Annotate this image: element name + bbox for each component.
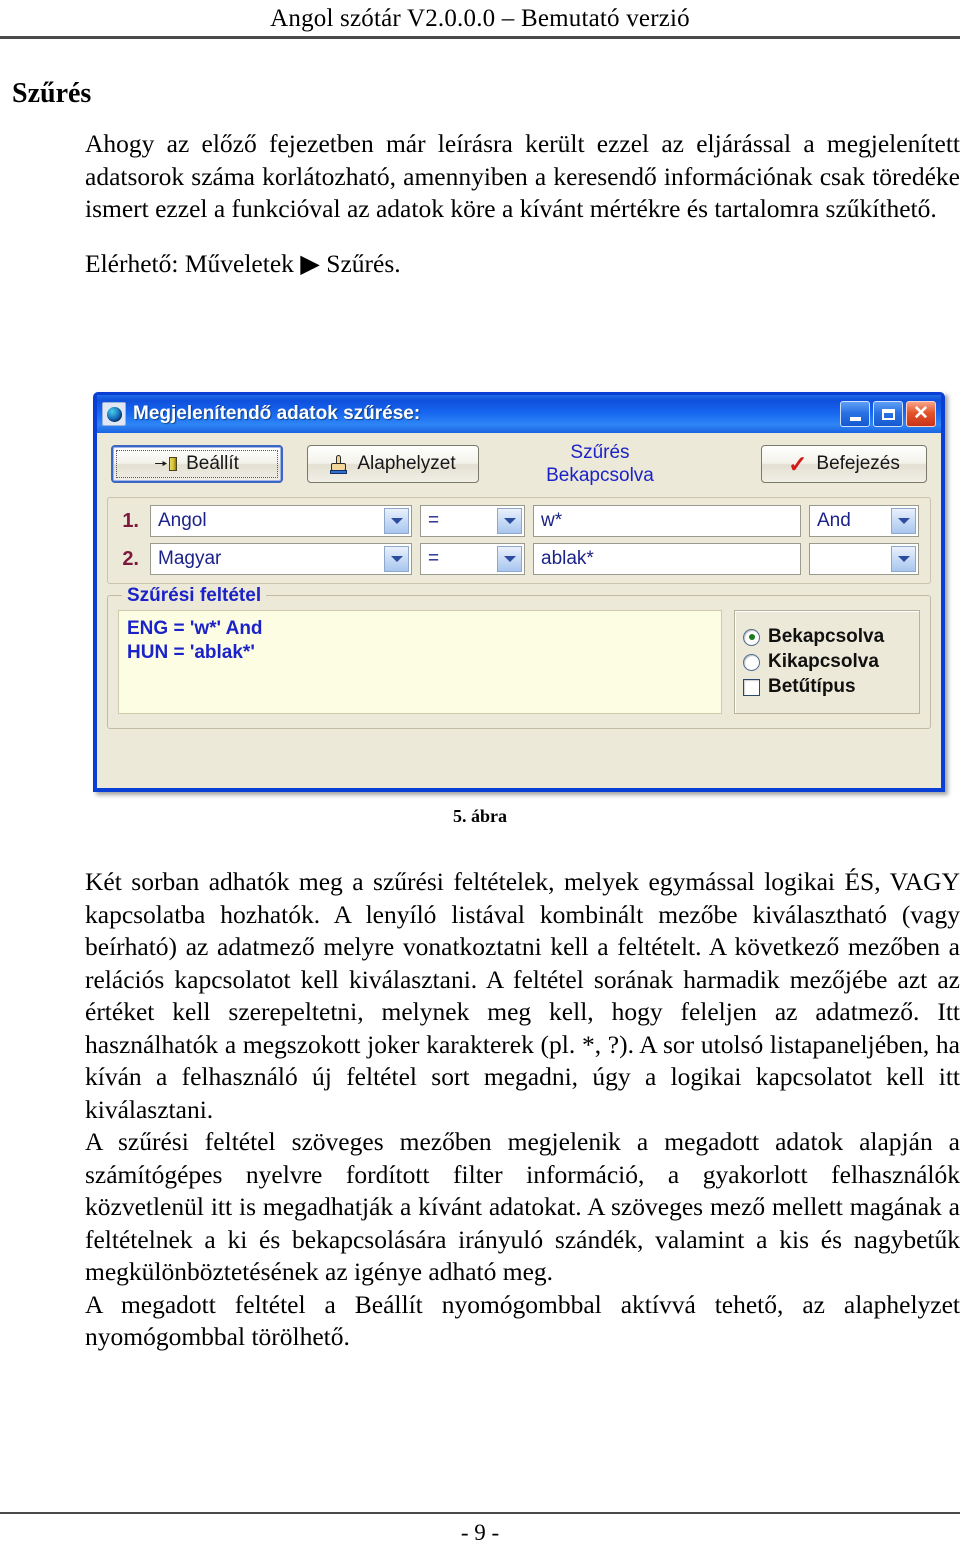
filter-row: 2. Magyar = ablak* [114, 543, 924, 575]
chevron-down-icon[interactable] [497, 508, 522, 534]
filter-rows-panel: 1. Angol = w* And 2. Magyar = ablak* [107, 497, 931, 584]
access-path-line: Elérhető: Műveletek ▶ Szűrés. [85, 248, 960, 281]
value-input-1[interactable]: w* [533, 505, 801, 537]
value-input-1-value: w* [541, 510, 563, 531]
row-number: 2. [122, 547, 139, 570]
hand-pointer-icon [330, 454, 348, 474]
dialog-title-bar: Megjelenítendő adatok szűrése: ✕ [97, 395, 941, 433]
paragraph-intro: Ahogy az előző fejezetben már leírásra k… [85, 129, 960, 223]
checkbox-fontcase[interactable]: Betűtípus [743, 676, 911, 698]
condition-textarea[interactable]: ENG = 'w*' And HUN = 'ablak*' [118, 610, 722, 714]
chevron-down-icon[interactable] [384, 546, 409, 572]
chevron-down-icon[interactable] [497, 546, 522, 572]
chevron-down-icon[interactable] [384, 508, 409, 534]
filter-dialog: Megjelenítendő adatok szűrése: ✕ Beállít [93, 392, 945, 792]
access-path-prefix: Elérhető: Műveletek [85, 248, 294, 278]
page-number: - 9 - [460, 1520, 500, 1545]
value-input-2-value: ablak* [541, 548, 594, 569]
red-check-icon: ✓ [788, 451, 808, 477]
minimize-icon[interactable] [840, 401, 870, 427]
finish-button-label: Befejezés [816, 453, 900, 474]
apply-button[interactable]: Beállít [111, 445, 283, 483]
document-page: Angol szótár V2.0.0.0 – Bemutató verzió … [0, 0, 960, 1565]
close-icon[interactable]: ✕ [906, 401, 936, 427]
paragraph-apply-reset: A megadott feltétel a Beállít nyomógombb… [85, 1289, 960, 1352]
intro-text-block: Ahogy az előző fejezetben már leírásra k… [85, 128, 960, 280]
filter-status-value: Bekapcsolva [546, 465, 654, 486]
condition-line-1: ENG = 'w*' And [127, 618, 263, 639]
radio-enabled-icon [743, 628, 760, 646]
dialog-toolbar: Beállít Alaphelyzet Szűrés Bekapcsolva ✓… [97, 433, 941, 495]
reset-button-label: Alaphelyzet [357, 453, 456, 474]
radio-enabled-label: Bekapcsolva [768, 626, 885, 647]
figure-caption: 5. ábra [453, 806, 507, 826]
checkbox-fontcase-label: Betűtípus [768, 676, 856, 697]
chevron-down-icon[interactable] [891, 508, 916, 534]
relation-combo-2[interactable]: = [420, 543, 525, 575]
relation-combo-1[interactable]: = [420, 505, 525, 537]
field-combo-1[interactable]: Angol [150, 505, 412, 537]
apply-button-label: Beállít [186, 453, 239, 474]
globe-icon [102, 402, 126, 426]
reset-button[interactable]: Alaphelyzet [307, 445, 479, 483]
page-title: Szűrés [12, 78, 92, 109]
radio-enabled[interactable]: Bekapcsolva [743, 626, 911, 648]
menu-arrow-icon: ▶ [300, 248, 320, 278]
radio-disabled-icon [743, 653, 760, 671]
row-number: 1. [122, 509, 139, 532]
logic-combo-2[interactable] [809, 543, 919, 575]
relation-combo-2-value: = [428, 548, 440, 569]
radio-disabled-label: Kikapcsolva [768, 651, 879, 672]
window-controls: ✕ [840, 401, 938, 427]
finish-button[interactable]: ✓ Befejezés [761, 445, 927, 483]
running-header-text: Angol szótár V2.0.0.0 – Bemutató verzió [270, 5, 690, 32]
filter-dialog-figure: Megjelenítendő adatok szűrése: ✕ Beállít [93, 392, 945, 792]
page-footer: - 9 - [0, 1512, 960, 1546]
condition-line-2: HUN = 'ablak*' [127, 642, 255, 663]
filter-condition-group: Szűrési feltétel ENG = 'w*' And HUN = 'a… [107, 585, 931, 729]
field-combo-2[interactable]: Magyar [150, 543, 412, 575]
dialog-title: Megjelenítendő adatok szűrése: [133, 403, 421, 424]
paragraph-condition-field: A szűrési feltétel szöveges mezőben megj… [85, 1127, 960, 1286]
body-text-block: Két sorban adhatók meg a szűrési feltéte… [85, 866, 960, 1354]
filter-status-title: Szűrés [570, 442, 630, 463]
filter-condition-group-title: Szűrési feltétel [122, 585, 267, 607]
filter-apply-icon [155, 456, 178, 472]
field-combo-2-value: Magyar [158, 548, 222, 569]
filter-row: 1. Angol = w* And [114, 505, 924, 537]
relation-combo-1-value: = [428, 510, 440, 531]
logic-combo-1[interactable]: And [809, 505, 919, 537]
checkbox-fontcase-icon [743, 678, 760, 696]
radio-disabled[interactable]: Kikapcsolva [743, 651, 911, 673]
field-combo-1-value: Angol [158, 510, 207, 531]
header-rule [0, 36, 960, 39]
access-path-suffix: Szűrés. [326, 248, 401, 278]
logic-combo-1-value: And [817, 510, 851, 531]
filter-options-panel: Bekapcsolva Kikapcsolva Betűtípus [734, 610, 920, 714]
chevron-down-icon[interactable] [891, 546, 916, 572]
filter-status: Szűrés Bekapcsolva [439, 441, 761, 487]
running-header: Angol szótár V2.0.0.0 – Bemutató verzió [0, 0, 960, 39]
value-input-2[interactable]: ablak* [533, 543, 801, 575]
paragraph-filter-rows: Két sorban adhatók meg a szűrési feltéte… [85, 867, 960, 1124]
maximize-icon[interactable] [873, 401, 903, 427]
